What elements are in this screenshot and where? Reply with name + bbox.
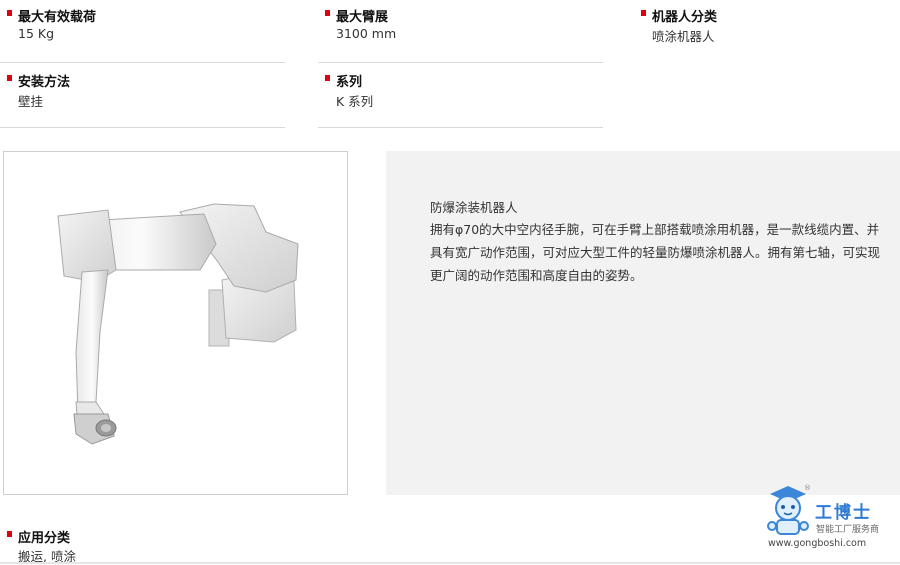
bullet-icon xyxy=(7,10,12,16)
spec-value: 3100 mm xyxy=(336,26,397,41)
description-title: 防爆涂装机器人 xyxy=(430,200,518,215)
bullet-icon xyxy=(7,75,12,81)
watermark-url: www.gongboshi.com xyxy=(768,538,867,549)
spec-value: 喷涂机器人 xyxy=(652,29,715,44)
divider xyxy=(0,62,285,63)
spec-label: 系列 xyxy=(336,75,363,90)
product-image[interactable] xyxy=(3,151,348,495)
divider xyxy=(0,127,285,128)
spec-value: K 系列 xyxy=(336,94,374,109)
bullet-icon xyxy=(7,531,12,537)
bullet-icon xyxy=(325,10,330,16)
divider xyxy=(318,62,603,63)
mascot-icon xyxy=(767,486,809,535)
spec-label: 应用分类 xyxy=(18,531,71,546)
bullet-icon xyxy=(325,75,330,81)
watermark-logo: ® 工博士 智能工厂服务商 www.gongboshi.com xyxy=(762,484,898,556)
bullet-icon xyxy=(641,10,646,16)
robot-arm-illustration xyxy=(57,203,299,445)
registered-mark: ® xyxy=(804,484,811,492)
spec-label: 最大臂展 xyxy=(336,10,389,25)
watermark-subtitle: 智能工厂服务商 xyxy=(816,525,880,535)
divider xyxy=(318,127,603,128)
spec-value: 15 Kg xyxy=(18,26,55,41)
spec-label: 安装方法 xyxy=(18,75,71,90)
watermark-name: 工博士 xyxy=(815,503,872,523)
spec-value: 壁挂 xyxy=(18,94,44,109)
spec-label: 机器人分类 xyxy=(652,10,718,25)
description-panel: 防爆涂装机器人 拥有φ70的大中空内径手腕，可在手臂上部搭载喷涂用机器，是一款线… xyxy=(386,151,900,495)
spec-label: 最大有效载荷 xyxy=(18,10,97,25)
description-body: 拥有φ70的大中空内径手腕，可在手臂上部搭载喷涂用机器，是一款线缆内置、并具有宽… xyxy=(430,222,881,283)
